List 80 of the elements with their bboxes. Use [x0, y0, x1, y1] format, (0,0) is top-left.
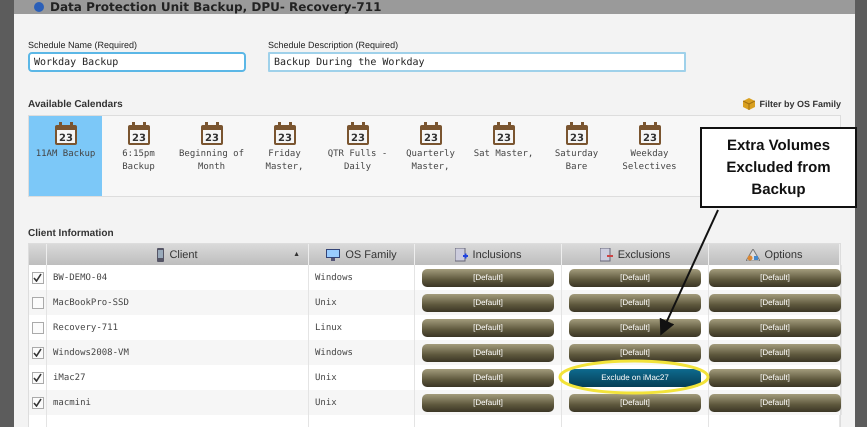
- checkbox[interactable]: [32, 396, 44, 408]
- column-header[interactable]: Inclusions: [415, 244, 562, 265]
- filter-link[interactable]: Filter by OS Family: [743, 98, 841, 110]
- calendar-item[interactable]: 23 QTR Fulls - Daily: [321, 116, 394, 196]
- checkbox[interactable]: [32, 322, 44, 334]
- options-button[interactable]: [Default]: [709, 368, 841, 386]
- calendar-icon: 23: [636, 122, 662, 146]
- check-icon: [33, 373, 42, 382]
- field-label: Schedule Description (Required): [268, 40, 400, 50]
- checkbox[interactable]: [32, 272, 44, 284]
- calendar-icon: 23: [418, 122, 444, 146]
- column-header-label: Inclusions: [472, 248, 522, 260]
- options-button[interactable]: [Default]: [709, 344, 841, 362]
- annotation-callout: Extra Volumes Excluded from Backup: [700, 127, 857, 208]
- column-header[interactable]: Exclusions: [562, 244, 709, 265]
- column-header-label: OS Family: [345, 248, 397, 260]
- cube-icon: [743, 98, 756, 110]
- calendar-label: Quarterly Master,: [405, 148, 456, 174]
- calendar-label: Saturday Bare: [554, 148, 600, 174]
- calendar-icon: 23: [126, 122, 152, 146]
- monitor-icon: [326, 248, 340, 260]
- column-header[interactable]: Options: [709, 244, 840, 265]
- window-title-text: Data Protection Unit Backup, DPU- Recovery-711: [50, 0, 382, 14]
- inclusions-button[interactable]: [Default]: [422, 394, 554, 412]
- check-icon: [33, 348, 42, 357]
- calendar-icon: 23: [272, 122, 298, 146]
- column-header-label: Options: [764, 248, 802, 260]
- shapes-icon: [746, 248, 760, 260]
- section-title: Available Calendars: [28, 98, 123, 110]
- phone-icon: [157, 248, 164, 262]
- calendar-label: Sat Master,: [472, 148, 534, 161]
- column-header[interactable]: OS Family: [309, 244, 415, 265]
- calendar-label: 11AM Backup: [34, 148, 96, 161]
- exclusions-button[interactable]: [Default]: [569, 268, 701, 286]
- calendar-item[interactable]: 23 Sat Master,: [467, 116, 540, 196]
- exclusions-button[interactable]: [Default]: [569, 394, 701, 412]
- calendar-label: Beginning of Month: [178, 148, 246, 174]
- calendar-icon: 23: [198, 122, 224, 146]
- calendar-item[interactable]: 23 Beginning of Month: [175, 116, 248, 196]
- calendar-icon: 23: [52, 122, 78, 146]
- options-button[interactable]: [Default]: [709, 318, 841, 336]
- field-label: Schedule Name (Required): [28, 40, 138, 50]
- calendar-item[interactable]: 23 11AM Backup: [29, 116, 102, 196]
- exclusions-button[interactable]: [Default]: [569, 294, 701, 312]
- checkbox[interactable]: [32, 372, 44, 384]
- exclusions-button[interactable]: Exclude on iMac27: [569, 368, 701, 386]
- document-minus-icon: [600, 248, 613, 262]
- inclusions-button[interactable]: [Default]: [422, 268, 554, 286]
- calendar-item[interactable]: 23 Quarterly Master,: [394, 116, 467, 196]
- exclusions-button[interactable]: [Default]: [569, 318, 701, 336]
- calendar-item[interactable]: 23 Weekday Selectives: [613, 116, 686, 196]
- column-header-label: Client: [169, 248, 198, 260]
- inclusions-button[interactable]: [Default]: [422, 294, 554, 312]
- options-button[interactable]: [Default]: [709, 294, 841, 312]
- calendar-icon: 23: [344, 122, 370, 146]
- inclusions-button[interactable]: [Default]: [422, 368, 554, 386]
- app-icon: [34, 2, 44, 12]
- calendar-label: Friday Master,: [264, 148, 304, 174]
- options-button[interactable]: [Default]: [709, 268, 841, 286]
- calendar-icon: 23: [564, 122, 590, 146]
- inclusions-button[interactable]: [Default]: [422, 344, 554, 362]
- schedule-name-field[interactable]: Workday Backup: [28, 52, 246, 72]
- options-button[interactable]: [Default]: [709, 394, 841, 412]
- calendar-item[interactable]: 23 Saturday Bare: [540, 116, 613, 196]
- document-plus-icon: [454, 248, 468, 262]
- checkbox[interactable]: [32, 296, 44, 308]
- check-icon: [33, 273, 42, 282]
- calendar-item[interactable]: 23 Friday Master,: [248, 116, 321, 196]
- section-title: Client Information: [28, 228, 114, 239]
- calendar-label: 6:15pm Backup: [121, 148, 156, 174]
- calendar-label: Weekday Selectives: [621, 148, 678, 174]
- calendar-item[interactable]: 23 6:15pm Backup: [102, 116, 175, 196]
- inclusions-button[interactable]: [Default]: [422, 318, 554, 336]
- calendar-label: QTR Fulls - Daily: [326, 148, 388, 174]
- schedule-description-field[interactable]: Backup During the Workday: [268, 52, 686, 72]
- column-header-label: Exclusions: [618, 248, 670, 260]
- calendar-icon: 23: [490, 122, 516, 146]
- exclusions-button[interactable]: [Default]: [569, 344, 701, 362]
- check-icon: [33, 398, 42, 407]
- checkbox[interactable]: [32, 346, 44, 358]
